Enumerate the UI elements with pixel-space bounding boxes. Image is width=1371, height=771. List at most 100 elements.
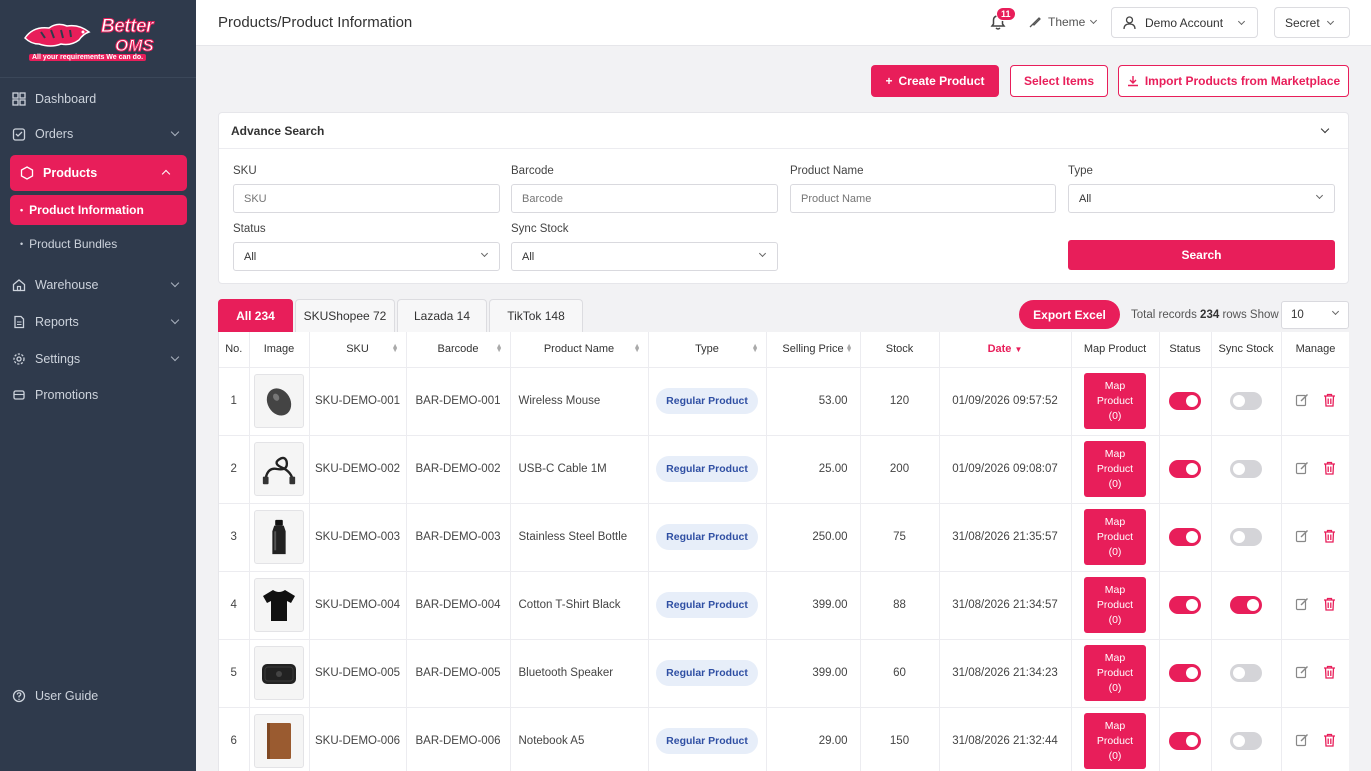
row-date: 01/09/2026 09:08:07 [939,435,1072,504]
row-image [249,367,310,436]
barcode-input[interactable] [511,184,778,213]
sidebar-item-dashboard[interactable]: Dashboard [0,81,196,117]
delete-icon[interactable] [1323,733,1336,747]
edit-icon[interactable] [1295,733,1309,747]
map-line: Map [1104,719,1126,732]
bottle-icon[interactable] [254,510,304,564]
col-product-name[interactable]: Product Name ▲ ▼ [510,332,649,368]
status-toggle[interactable] [1169,392,1201,410]
sidebar-subitem-product-bundles[interactable]: • Product Bundles [10,229,187,259]
sync-stock-label: Sync Stock [511,223,569,235]
edit-icon[interactable] [1295,665,1309,679]
mouse-icon[interactable] [254,374,304,428]
sku-input[interactable] [233,184,500,213]
row-map-product: Map Product (0) [1071,639,1160,708]
type-label: Type [1068,165,1093,177]
type-select[interactable]: All [1068,184,1335,213]
edit-icon[interactable] [1295,597,1309,611]
tshirt-icon[interactable] [254,578,304,632]
tab-tiktok[interactable]: TikTok 148 [489,299,583,332]
col-date[interactable]: Date ▼ [939,332,1072,368]
map-line: Map [1104,651,1126,664]
edit-icon[interactable] [1295,529,1309,543]
delete-icon[interactable] [1323,461,1336,475]
type-badge: Regular Product [656,388,758,414]
row-status [1159,435,1212,504]
theme-toggle[interactable]: Theme [1028,15,1098,29]
col-type[interactable]: Type ▲ ▼ [648,332,767,368]
page-size-value: 10 [1291,309,1304,321]
sync-stock-toggle[interactable] [1230,596,1262,614]
row-number: 5 [219,639,250,708]
secret-dropdown[interactable]: Secret [1274,7,1350,38]
row-map-product: Map Product (0) [1071,571,1160,640]
row-type: Regular Product [648,367,767,436]
sidebar-item-settings[interactable]: Settings [0,341,196,377]
speaker-icon[interactable] [254,646,304,700]
map-product-button[interactable]: Map Product (0) [1084,713,1146,769]
sync-stock-select[interactable]: All [511,242,778,271]
delete-icon[interactable] [1323,529,1336,543]
col-label: Product Name [543,343,615,356]
col-label: SKU [346,343,369,356]
sync-stock-toggle[interactable] [1230,528,1262,546]
row-number: 2 [219,435,250,504]
product-name-input[interactable] [790,184,1056,213]
map-product-button[interactable]: Map Product (0) [1084,441,1146,497]
status-toggle[interactable] [1169,528,1201,546]
sidebar-item-warehouse[interactable]: Warehouse [0,267,196,303]
create-product-button[interactable]: + Create Product [871,65,999,97]
row-stock: 60 [860,639,940,708]
sync-stock-toggle[interactable] [1230,664,1262,682]
status-toggle[interactable] [1169,664,1201,682]
delete-icon[interactable] [1323,665,1336,679]
brand-logo[interactable]: Better OMS All your requirements We can … [0,0,196,78]
delete-icon[interactable] [1323,597,1336,611]
map-product-button[interactable]: Map Product (0) [1084,645,1146,701]
status-toggle[interactable] [1169,596,1201,614]
delete-icon[interactable] [1323,393,1336,407]
sidebar-item-label: Warehouse [35,278,99,292]
advance-search-header[interactable]: Advance Search [219,113,1348,149]
map-product-button[interactable]: Map Product (0) [1084,373,1146,429]
status-toggle[interactable] [1169,732,1201,750]
select-items-button[interactable]: Select Items [1010,65,1108,97]
export-excel-button[interactable]: Export Excel [1019,300,1120,329]
user-guide-label: User Guide [35,689,99,703]
tab-shopee[interactable]: SKUShopee 72 [295,299,395,332]
sidebar-subitem-product-information[interactable]: • Product Information [10,195,187,225]
import-products-button[interactable]: Import Products from Marketplace [1118,65,1349,97]
sync-stock-toggle[interactable] [1230,392,1262,410]
bullet-icon: • [20,239,24,249]
col-label: Selling Price [782,343,844,356]
tab-all[interactable]: All 234 [218,299,293,332]
row-type: Regular Product [648,639,767,708]
notebook-icon[interactable] [254,714,304,768]
sidebar-item-orders[interactable]: Orders [0,116,196,152]
status-select[interactable]: All [233,242,500,271]
row-manage [1281,503,1349,572]
row-status [1159,707,1212,771]
sidebar-item-products[interactable]: Products [10,155,187,191]
sidebar-item-reports[interactable]: Reports [0,304,196,340]
col-barcode[interactable]: Barcode ▲ ▼ [406,332,511,368]
edit-icon[interactable] [1295,393,1309,407]
sync-stock-toggle[interactable] [1230,460,1262,478]
type-badge: Regular Product [656,524,758,550]
sync-stock-toggle[interactable] [1230,732,1262,750]
col-sku[interactable]: SKU ▲ ▼ [309,332,407,368]
sidebar-user-guide[interactable]: User Guide [0,678,196,714]
row-date: 31/08/2026 21:32:44 [939,707,1072,771]
map-product-button[interactable]: Map Product (0) [1084,577,1146,633]
tab-lazada[interactable]: Lazada 14 [397,299,487,332]
search-button[interactable]: Search [1068,240,1335,270]
col-selling-price[interactable]: Selling Price ▲ ▼ [766,332,861,368]
row-selling-price: 399.00 [766,639,861,708]
status-toggle[interactable] [1169,460,1201,478]
page-size-select[interactable]: 10 [1281,301,1349,329]
cable-icon[interactable] [254,442,304,496]
account-dropdown[interactable]: Demo Account [1111,7,1258,38]
edit-icon[interactable] [1295,461,1309,475]
sidebar-item-promotions[interactable]: Promotions [0,377,196,413]
map-product-button[interactable]: Map Product (0) [1084,509,1146,565]
